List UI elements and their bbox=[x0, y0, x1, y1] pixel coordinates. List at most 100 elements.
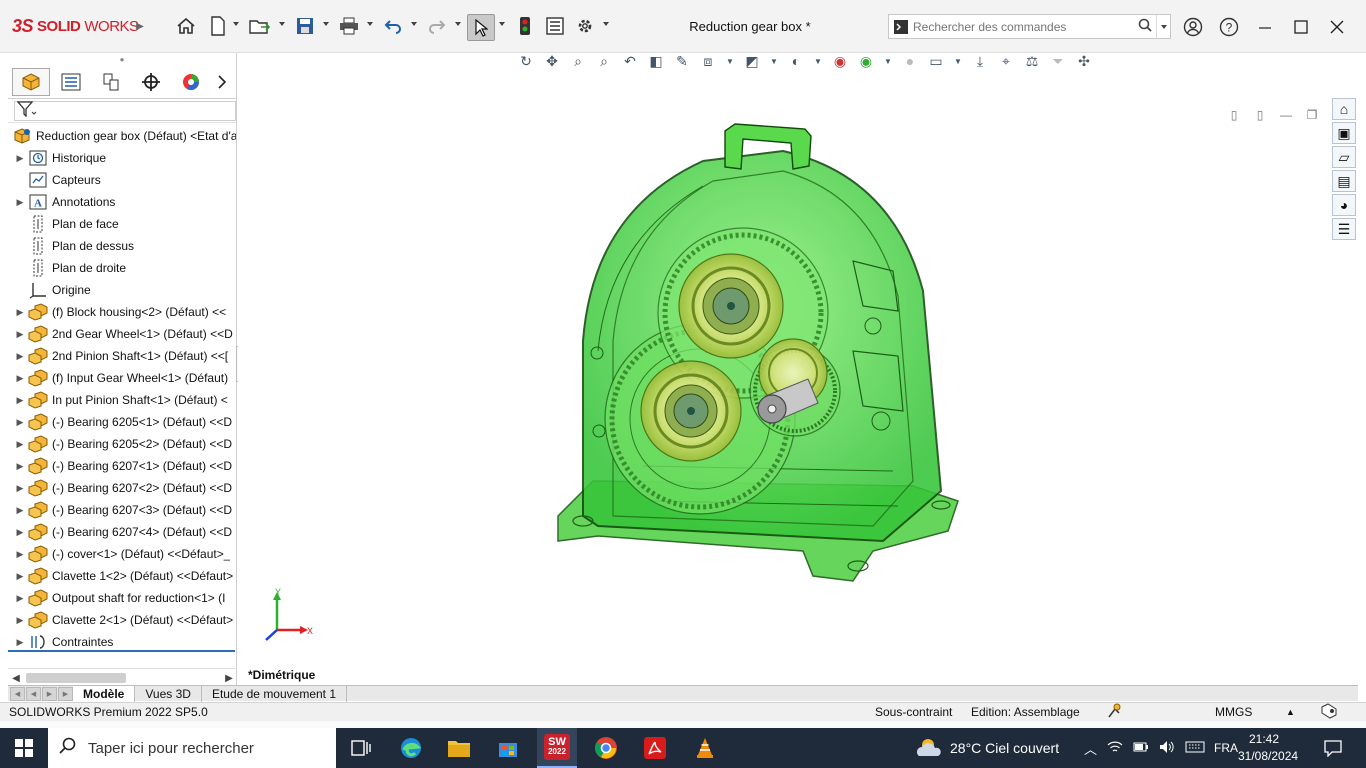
undo-dropdown-icon[interactable] bbox=[411, 22, 417, 26]
open-dropdown-icon[interactable] bbox=[279, 22, 285, 26]
save-icon[interactable] bbox=[293, 14, 317, 38]
show-hidden-icons-icon[interactable]: ︿ bbox=[1084, 739, 1097, 758]
units-selector[interactable]: MMGS bbox=[1215, 705, 1252, 719]
view-settings-icon[interactable]: ▭ bbox=[925, 50, 947, 72]
apply-scene-icon[interactable]: ◉ bbox=[855, 50, 877, 72]
save-dropdown-icon[interactable] bbox=[323, 22, 329, 26]
tree-item[interactable]: ▶ In put Pinion Shaft<1> (Défaut) < bbox=[8, 389, 236, 411]
tree-item[interactable]: ▶ (-) Bearing 6205<2> (Défaut) <<D bbox=[8, 433, 236, 455]
expand-arrow-icon[interactable]: ▶ bbox=[12, 637, 28, 648]
volume-icon[interactable] bbox=[1159, 740, 1175, 757]
tree-item[interactable]: ▶ (f) Block housing<2> (Défaut) << bbox=[8, 301, 236, 323]
tab-display-manager[interactable] bbox=[172, 68, 210, 96]
home-icon[interactable] bbox=[174, 14, 198, 38]
edit-appearance-icon[interactable]: ◉ bbox=[829, 50, 851, 72]
scroll-thumb[interactable] bbox=[26, 673, 126, 683]
reference-triad[interactable]: Y X bbox=[262, 588, 322, 644]
status-tag-icon[interactable] bbox=[1320, 703, 1338, 722]
view-settings-dropdown-icon[interactable]: ▼ bbox=[951, 50, 965, 72]
pan-icon[interactable]: ✥ bbox=[541, 50, 563, 72]
zoom-to-fit-icon[interactable]: ⌕ bbox=[567, 50, 589, 72]
select-dropdown-icon[interactable] bbox=[499, 22, 505, 26]
tree-item[interactable]: ▶ (f) Input Gear Wheel<1> (Défaut) bbox=[8, 367, 236, 389]
filter-icon[interactable] bbox=[16, 101, 37, 120]
tree-item[interactable]: ▶ (-) Bearing 6207<4> (Défaut) <<D bbox=[8, 521, 236, 543]
tab-more-icon[interactable] bbox=[212, 68, 232, 96]
tree-item[interactable]: ▶ 2nd Gear Wheel<1> (Défaut) <<D bbox=[8, 323, 236, 345]
move-component-icon[interactable]: ✣ bbox=[1073, 50, 1095, 72]
tab-first-icon[interactable]: ◀ bbox=[10, 686, 25, 701]
battery-icon[interactable] bbox=[1133, 741, 1149, 756]
measure-icon[interactable]: ⌖ bbox=[995, 50, 1017, 72]
tab-property-manager[interactable] bbox=[52, 68, 90, 96]
previous-view-arrow-icon[interactable]: ↶ bbox=[619, 50, 641, 72]
viewport-minimize-icon[interactable]: — bbox=[1276, 107, 1296, 123]
viewport-tile-left-icon[interactable]: ▯ bbox=[1224, 107, 1244, 123]
expand-arrow-icon[interactable]: ▶ bbox=[12, 571, 28, 582]
tree-item[interactable]: Plan de dessus bbox=[8, 235, 236, 257]
redo-dropdown-icon[interactable] bbox=[455, 22, 461, 26]
expand-arrow-icon[interactable]: ▶ bbox=[12, 153, 28, 164]
dynamic-annotation-icon[interactable]: ✎ bbox=[671, 50, 693, 72]
input-language[interactable]: FRA bbox=[1214, 728, 1238, 768]
expand-arrow-icon[interactable]: ▶ bbox=[12, 461, 28, 472]
expand-arrow-icon[interactable]: ▶ bbox=[12, 307, 28, 318]
command-search-box[interactable] bbox=[888, 14, 1171, 39]
windows-start-icon[interactable] bbox=[8, 728, 40, 768]
expand-arrow-icon[interactable]: ▶ bbox=[12, 197, 28, 208]
tab-prev-icon[interactable]: ◀ bbox=[26, 686, 41, 701]
new-document-icon[interactable] bbox=[206, 14, 230, 38]
task-pane-view-palette-icon[interactable]: ▤ bbox=[1332, 170, 1356, 192]
undo-icon[interactable] bbox=[381, 14, 405, 38]
task-view-icon[interactable] bbox=[344, 728, 378, 768]
close-button[interactable] bbox=[1322, 14, 1352, 40]
hide-show-items-icon[interactable]: ◐ bbox=[785, 50, 807, 72]
tab-3d-views[interactable]: Vues 3D bbox=[135, 685, 202, 702]
display-style-icon[interactable]: ◩ bbox=[741, 50, 763, 72]
expand-arrow-icon[interactable]: ▶ bbox=[12, 527, 28, 538]
expand-arrow-icon[interactable]: ▶ bbox=[12, 593, 28, 604]
units-caret-icon[interactable]: ▲ bbox=[1286, 707, 1295, 717]
new-dropdown-icon[interactable] bbox=[233, 22, 239, 26]
expand-arrow-icon[interactable]: ▶ bbox=[12, 417, 28, 428]
tree-item[interactable]: ▶ (-) Bearing 6205<1> (Défaut) <<D bbox=[8, 411, 236, 433]
print-dropdown-icon[interactable] bbox=[367, 22, 373, 26]
panel-grip[interactable]: ● bbox=[8, 53, 236, 65]
acrobat-reader-icon[interactable] bbox=[637, 728, 673, 768]
rebuild-status-icon[interactable] bbox=[1106, 703, 1122, 722]
tab-dimxpert-manager[interactable] bbox=[132, 68, 170, 96]
tree-item[interactable]: Capteurs bbox=[8, 169, 236, 191]
selection-filter-icon[interactable]: ⏷ bbox=[1047, 50, 1069, 72]
tree-horizontal-scrollbar[interactable]: ◀ ▶ bbox=[8, 668, 237, 686]
tab-configuration-manager[interactable] bbox=[92, 68, 130, 96]
tab-feature-manager[interactable] bbox=[12, 67, 50, 96]
print-icon[interactable] bbox=[337, 14, 361, 38]
tree-item[interactable]: ▶ (-) Bearing 6207<3> (Défaut) <<D bbox=[8, 499, 236, 521]
redo-icon[interactable] bbox=[425, 14, 449, 38]
task-pane-custom-properties-icon[interactable]: ☰ bbox=[1332, 218, 1356, 240]
tree-root-assembly[interactable]: Reduction gear box (Défaut) <Etat d'a bbox=[8, 125, 236, 147]
expand-arrow-icon[interactable]: ▶ bbox=[12, 351, 28, 362]
tree-item[interactable]: ▶ A Annotations bbox=[8, 191, 236, 213]
weather-widget[interactable]: 28°C Ciel couvert bbox=[914, 728, 1059, 768]
tree-filter[interactable] bbox=[8, 99, 236, 123]
tree-item[interactable]: ▶ (-) Bearing 6207<2> (Défaut) <<D bbox=[8, 477, 236, 499]
gearbox-model[interactable] bbox=[553, 121, 963, 583]
user-account-icon[interactable] bbox=[1178, 14, 1208, 40]
display-style-dropdown-icon[interactable]: ▼ bbox=[767, 50, 781, 72]
help-icon[interactable]: ? bbox=[1214, 14, 1244, 40]
rebuild-icon[interactable] bbox=[513, 14, 537, 38]
tab-motion-study[interactable]: Etude de mouvement 1 bbox=[202, 685, 348, 702]
chrome-browser-icon[interactable] bbox=[588, 728, 624, 768]
tree-item[interactable]: Plan de face bbox=[8, 213, 236, 235]
file-properties-icon[interactable] bbox=[543, 14, 567, 38]
network-icon[interactable] bbox=[1107, 740, 1123, 757]
vlc-player-icon[interactable] bbox=[687, 728, 723, 768]
expand-arrow-icon[interactable]: ▶ bbox=[12, 439, 28, 450]
task-pane-home-icon[interactable]: ⌂ bbox=[1332, 98, 1356, 120]
view-orientation-icon[interactable]: ⧈ bbox=[697, 50, 719, 72]
zoom-area-icon[interactable]: ⌕ bbox=[593, 50, 615, 72]
viewport-tile-right-icon[interactable]: ▯ bbox=[1250, 107, 1270, 123]
expand-arrow-icon[interactable]: ▶ bbox=[12, 373, 28, 384]
realview-icon[interactable]: ● bbox=[899, 50, 921, 72]
